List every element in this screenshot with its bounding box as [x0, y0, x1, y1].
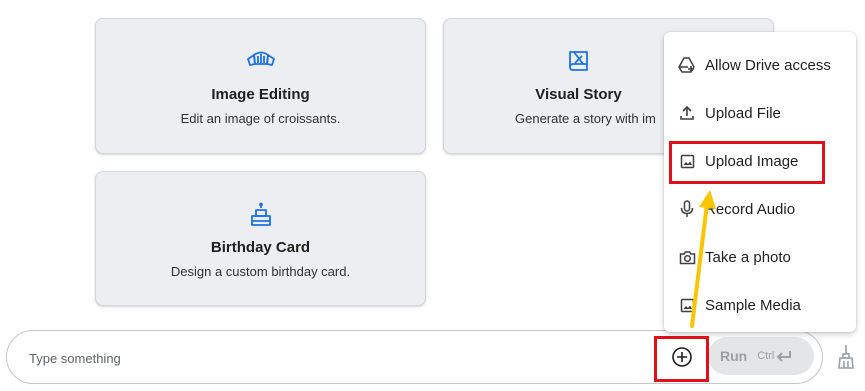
- mic-icon: [678, 200, 696, 218]
- cake-icon: [96, 202, 425, 226]
- menu-item-label: Sample Media: [705, 296, 801, 314]
- card-description: Design a custom birthday card.: [170, 264, 351, 279]
- card-image-editing[interactable]: Image Editing Edit an image of croissant…: [95, 18, 426, 154]
- prompt-input[interactable]: [29, 348, 589, 368]
- run-button[interactable]: Run Ctrl: [708, 337, 814, 375]
- shortcut-ctrl: Ctrl: [757, 350, 775, 362]
- menu-item-label: Take a photo: [705, 248, 791, 266]
- menu-item-record-audio[interactable]: Record Audio: [664, 191, 856, 227]
- card-description: Edit an image of croissants.: [180, 111, 341, 126]
- menu-item-label: Record Audio: [705, 200, 796, 218]
- run-shortcut: Ctrl: [757, 350, 792, 362]
- upload-icon: [678, 104, 696, 122]
- croissant-icon: [96, 49, 425, 73]
- card-title: Birthday Card: [210, 239, 311, 256]
- camera-icon: [678, 248, 696, 266]
- highlight-box-upload-image: [669, 141, 825, 184]
- run-label: Run: [720, 348, 748, 364]
- card-description: Generate a story with im: [515, 111, 656, 126]
- menu-item-label: Allow Drive access: [705, 56, 831, 74]
- menu-item-label: Upload File: [705, 104, 781, 122]
- menu-item-take-a-photo[interactable]: Take a photo: [664, 239, 856, 275]
- menu-item-sample-media[interactable]: Sample Media: [664, 287, 856, 323]
- highlight-box-add-button: [654, 336, 709, 382]
- card-birthday-card[interactable]: Birthday Card Design a custom birthday c…: [95, 171, 426, 306]
- drive-add-icon: [678, 56, 696, 74]
- menu-item-allow-drive-access[interactable]: Allow Drive access: [664, 47, 856, 83]
- enter-key-icon: [776, 351, 792, 362]
- clear-broom-icon[interactable]: [836, 344, 856, 370]
- card-title: Image Editing: [211, 86, 310, 103]
- image-icon: [678, 296, 696, 314]
- menu-item-upload-file[interactable]: Upload File: [664, 95, 856, 131]
